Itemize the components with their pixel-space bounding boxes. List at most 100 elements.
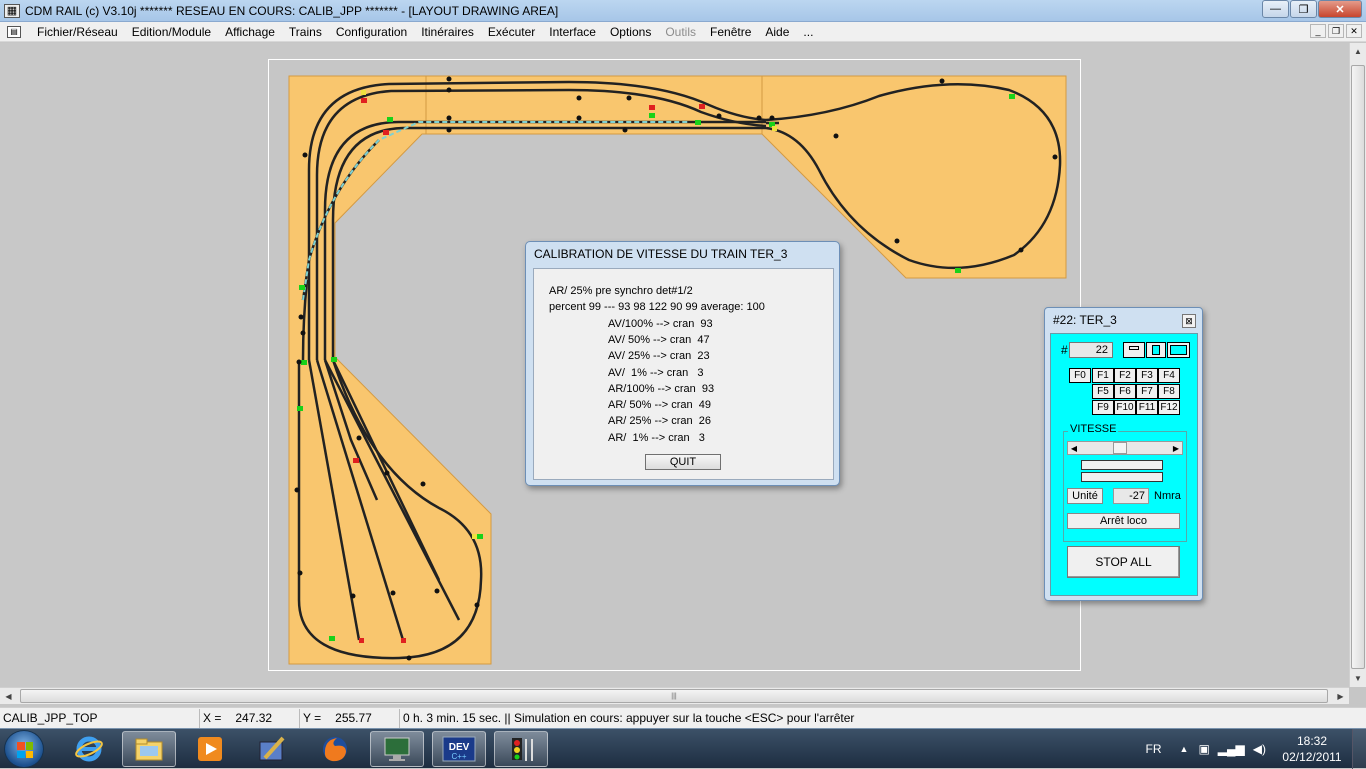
monitor-app-icon[interactable]: [370, 731, 424, 767]
calibration-line-1: AR/ 25% pre synchro det#1/2: [549, 285, 693, 297]
calibration-result: AR/100% --> cran 93: [608, 383, 715, 395]
menu-executer[interactable]: Exécuter: [481, 25, 542, 39]
show-hidden-icons-icon[interactable]: ▲: [1180, 744, 1189, 754]
vertical-scroll-thumb[interactable]: [1351, 65, 1365, 669]
calibration-dialog: CALIBRATION DE VITESSE DU TRAIN TER_3 AR…: [525, 241, 840, 486]
view-medium-button[interactable]: [1146, 342, 1166, 358]
speed-value-field[interactable]: -27: [1113, 488, 1149, 504]
maximize-button[interactable]: ❐: [1290, 0, 1317, 18]
function-f12-button[interactable]: F12: [1158, 400, 1180, 415]
close-button[interactable]: ✕: [1318, 0, 1362, 18]
speed-slider-thumb[interactable]: [1113, 442, 1127, 454]
paint-brush-icon[interactable]: [245, 731, 299, 767]
menu-interface[interactable]: Interface: [542, 25, 603, 39]
volume-icon[interactable]: ◀): [1253, 742, 1266, 756]
menu-fenetre[interactable]: Fenêtre: [703, 25, 758, 39]
firefox-icon[interactable]: [308, 731, 362, 767]
view-small-button[interactable]: [1123, 342, 1145, 358]
function-f3-button[interactable]: F3: [1136, 368, 1158, 383]
function-f9-button[interactable]: F9: [1092, 400, 1114, 415]
system-tray: FR ▲ ▣ ▂▄▆ ◀) 18:32 02/12/2011: [1146, 729, 1366, 769]
menu-fichier-reseau[interactable]: Fichier/Réseau: [30, 25, 125, 39]
train-cab-window: #22: TER_3 ⊠ # 22 F0 F1 F2 F3 F4 F5 F6 F…: [1044, 307, 1203, 601]
menu-edition-module[interactable]: Edition/Module: [125, 25, 218, 39]
device-icon[interactable]: ▣: [1198, 742, 1209, 756]
function-f11-button[interactable]: F11: [1136, 400, 1158, 415]
cab-panel: # 22 F0 F1 F2 F3 F4 F5 F6 F7 F8 F9 F10 F…: [1050, 333, 1198, 596]
cdm-rail-icon[interactable]: [494, 731, 548, 767]
function-f0-button[interactable]: F0: [1069, 368, 1091, 383]
scroll-up-arrow-icon[interactable]: ▲: [1350, 43, 1366, 60]
function-f5-button[interactable]: F5: [1092, 384, 1114, 399]
calibration-line-2: percent 99 --- 93 98 122 90 99 average: …: [549, 301, 765, 313]
dev-cpp-icon[interactable]: DEV C++: [432, 731, 486, 767]
minimize-button[interactable]: —: [1262, 0, 1289, 18]
status-x-label: X =: [203, 711, 222, 725]
scroll-down-arrow-icon[interactable]: ▼: [1350, 670, 1366, 687]
status-bar: CALIB_JPP_TOP X = 247.32 Y = 255.77 0 h.…: [0, 707, 1366, 728]
stop-all-button[interactable]: STOP ALL: [1067, 546, 1180, 578]
start-button[interactable]: [4, 730, 44, 768]
internet-explorer-icon[interactable]: [62, 731, 116, 767]
horizontal-scrollbar[interactable]: ◀ ||| ▶: [0, 687, 1349, 704]
scroll-right-arrow-icon[interactable]: ▶: [1332, 688, 1349, 704]
function-f7-button[interactable]: F7: [1136, 384, 1158, 399]
calibration-result: AV/ 1% --> cran 3: [608, 367, 704, 379]
menu-outils[interactable]: Outils: [658, 25, 703, 39]
calibration-result: AV/ 25% --> cran 23: [608, 350, 710, 362]
menu-aide[interactable]: Aide: [758, 25, 796, 39]
menu-more[interactable]: ...: [796, 25, 820, 39]
mdi-restore-button[interactable]: ❐: [1328, 24, 1344, 38]
network-icon[interactable]: ▂▄▆: [1218, 742, 1245, 756]
menu-configuration[interactable]: Configuration: [329, 25, 414, 39]
calibration-result: AR/ 25% --> cran 26: [608, 415, 712, 427]
scroll-left-arrow-icon[interactable]: ◀: [0, 688, 17, 704]
svg-text:C++: C++: [451, 752, 466, 761]
mdi-minimize-button[interactable]: _: [1310, 24, 1326, 38]
address-hash-label: #: [1061, 343, 1068, 357]
unit-name-label: Nmra: [1154, 490, 1181, 502]
function-f6-button[interactable]: F6: [1114, 384, 1136, 399]
menu-trains[interactable]: Trains: [282, 25, 329, 39]
loco-address-field[interactable]: 22: [1069, 342, 1113, 358]
speed-slider[interactable]: ◀ ▶: [1067, 441, 1183, 455]
view-large-button[interactable]: [1167, 342, 1190, 358]
arret-loco-button[interactable]: Arrêt loco: [1067, 513, 1180, 529]
slider-left-arrow-icon[interactable]: ◀: [1068, 442, 1080, 454]
calibration-result: AV/100% --> cran 93: [608, 318, 713, 330]
show-desktop-button[interactable]: [1352, 729, 1366, 769]
mdi-close-button[interactable]: ✕: [1346, 24, 1362, 38]
menu-itineraires[interactable]: Itinéraires: [414, 25, 481, 39]
menu-options[interactable]: Options: [603, 25, 658, 39]
file-explorer-icon[interactable]: [122, 731, 176, 767]
unite-button[interactable]: Unité: [1067, 488, 1103, 504]
calibration-results-panel: AR/ 25% pre synchro det#1/2 percent 99 -…: [533, 268, 834, 480]
status-y-value: 255.77: [335, 711, 372, 725]
clock[interactable]: 18:32 02/12/2011: [1272, 733, 1352, 765]
speed-bar-reverse: [1081, 472, 1163, 482]
language-indicator[interactable]: FR: [1146, 742, 1162, 756]
menu-bar: ▤ Fichier/Réseau Edition/Module Affichag…: [0, 22, 1366, 42]
cab-title: #22: TER_3: [1053, 313, 1117, 327]
quit-button[interactable]: QUIT: [645, 454, 721, 470]
window-title: CDM RAIL (c) V3.10j ******* RESEAU EN CO…: [25, 3, 559, 18]
function-f1-button[interactable]: F1: [1092, 368, 1114, 383]
media-player-icon[interactable]: [183, 731, 237, 767]
function-f10-button[interactable]: F10: [1114, 400, 1136, 415]
status-layout-name: CALIB_JPP_TOP: [0, 708, 200, 728]
slider-right-arrow-icon[interactable]: ▶: [1170, 442, 1182, 454]
cab-close-icon[interactable]: ⊠: [1182, 314, 1196, 328]
vitesse-label: VITESSE: [1068, 423, 1119, 435]
clock-date: 02/12/2011: [1282, 750, 1342, 764]
menu-affichage[interactable]: Affichage: [218, 25, 282, 39]
horizontal-scroll-thumb[interactable]: |||: [20, 689, 1328, 703]
cdm-rail-app-icon[interactable]: ▦: [4, 3, 20, 18]
mdi-child-icon[interactable]: ▤: [7, 25, 21, 38]
function-f8-button[interactable]: F8: [1158, 384, 1180, 399]
status-y-label: Y =: [303, 711, 322, 725]
function-f2-button[interactable]: F2: [1114, 368, 1136, 383]
clock-time: 18:32: [1296, 734, 1328, 748]
vertical-scrollbar[interactable]: ▲ ▼: [1349, 43, 1366, 687]
function-f4-button[interactable]: F4: [1158, 368, 1180, 383]
status-message: 0 h. 3 min. 15 sec. || Simulation en cou…: [403, 711, 855, 725]
